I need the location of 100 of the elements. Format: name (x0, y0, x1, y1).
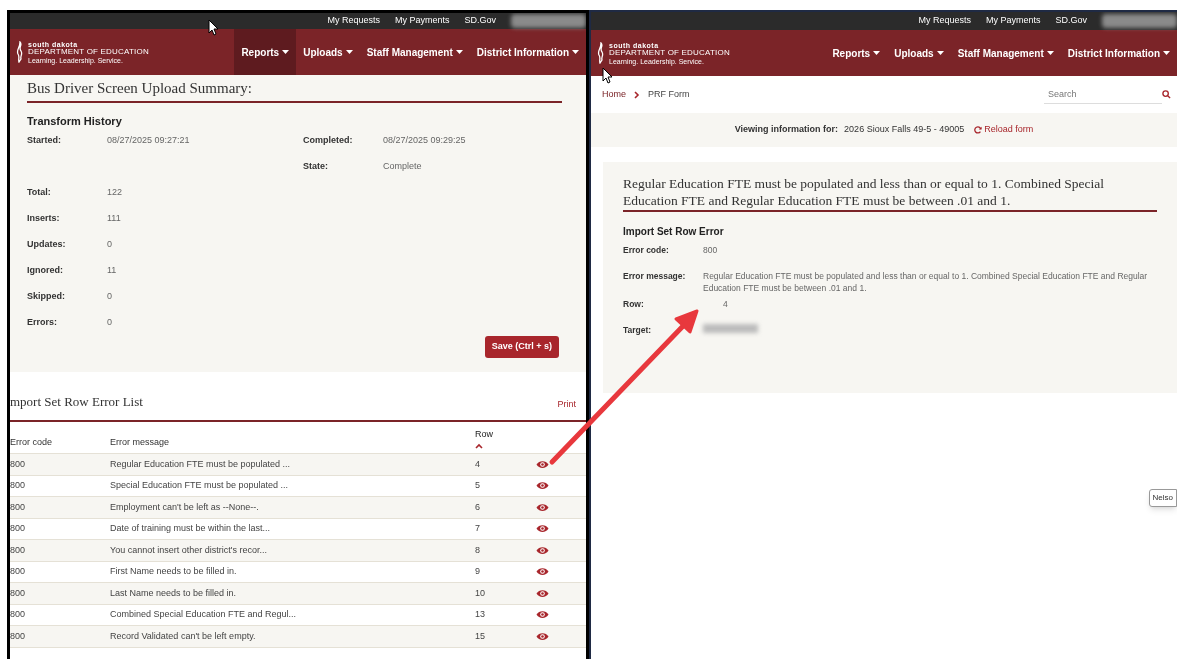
table-cell-text: 800 (10, 479, 27, 492)
tooltip: Nelso (1148, 489, 1177, 507)
cursor-icon (208, 19, 219, 36)
view-eye-icon[interactable] (536, 524, 549, 534)
table-cell-text: 9 (475, 565, 481, 578)
table-cell-text: Record Validated can't be left empty. (110, 629, 257, 643)
field-label: Skipped: (27, 290, 66, 303)
table-cell-text: 8 (475, 543, 481, 557)
nav-menu-item[interactable]: Staff Management (359, 29, 470, 75)
table-cell-text: Employment can't be left as --None--. (110, 500, 260, 514)
field-label: Ignored: (27, 264, 64, 277)
field-label: Error message: (623, 270, 687, 283)
table-row[interactable]: 800 Regular Education FTE must be populated ... 4 (10, 454, 586, 476)
field-value: Complete (383, 160, 422, 173)
field-label: Total: (27, 186, 52, 199)
table-row[interactable]: 800 Record Validated can't be left empty. 15 (10, 626, 586, 648)
field-value: 800 (703, 244, 718, 257)
field-label: Updates: (27, 238, 67, 251)
view-eye-icon[interactable] (536, 610, 549, 620)
table-cell-text: 13 (475, 608, 486, 621)
table-row[interactable]: 800 You cannot insert other district's recor... 8 (10, 540, 586, 562)
caret-icon (873, 51, 881, 55)
column-header[interactable]: Row (475, 427, 535, 449)
caret-icon (1046, 51, 1054, 55)
field-value: 0 (107, 238, 112, 251)
field-label: Completed: (303, 134, 354, 147)
table-cell-text: 800 (10, 522, 27, 535)
nav-menu-item[interactable]: Reports (825, 30, 888, 76)
table-cell-text: 800 (10, 500, 27, 514)
blurred-value (703, 324, 758, 333)
table-cell-text: First Name needs to be filled in. (110, 565, 238, 578)
table-cell-text: 800 (10, 608, 27, 621)
caret-icon (572, 50, 579, 54)
field-value: 0 (107, 290, 112, 303)
top-link[interactable]: SD.Gov (1055, 14, 1087, 28)
nav-menu-item[interactable]: Reports (234, 29, 297, 75)
table-cell-text: 800 (10, 629, 27, 643)
view-eye-icon[interactable] (536, 567, 549, 577)
top-link[interactable]: SD.Gov (464, 14, 496, 28)
caret-icon (345, 50, 353, 54)
field-label: Target: (623, 324, 653, 337)
nav-menu-item[interactable]: District Information (469, 29, 586, 75)
field-value: 111 (107, 212, 121, 225)
view-eye-icon[interactable] (536, 631, 549, 641)
page-title: Bus Driver Screen Upload Summary: (27, 75, 562, 103)
view-eye-icon[interactable] (536, 502, 549, 512)
table-cell-text: Last Name needs to be filled in. (110, 586, 238, 600)
field-value: 08/27/2025 09:27:21 (107, 134, 190, 147)
top-link[interactable]: My Payments (394, 14, 450, 28)
cursor-icon (602, 67, 613, 84)
sort-up-icon[interactable] (475, 443, 483, 449)
caret-icon (282, 50, 290, 54)
table-cell-text: 15 (475, 629, 486, 643)
table-cell-text: 10 (475, 586, 486, 600)
top-link[interactable]: My Payments (985, 14, 1041, 28)
section-heading: mport Set Row Error List (10, 392, 143, 411)
field-label: Errors: (27, 316, 58, 329)
field-value: 4 (722, 298, 728, 311)
search-field[interactable]: Search (1044, 85, 1162, 104)
table-row[interactable]: 800 Employment can't be left as --None--. 6 (10, 497, 586, 519)
view-eye-icon[interactable] (536, 588, 549, 598)
column-header[interactable]: Error message (110, 435, 475, 449)
field-label: Row: (623, 298, 645, 311)
nav-menu-item[interactable]: District Information (1060, 30, 1177, 76)
table-row[interactable]: 800 Last Name needs to be filled in. 10 (10, 583, 586, 605)
table-cell-text: 800 (10, 565, 27, 578)
table-cell-text: You cannot insert other district's recor... (110, 543, 268, 557)
view-eye-icon[interactable] (536, 545, 549, 555)
field-label: State: (303, 160, 329, 173)
top-link[interactable]: My Requests (918, 14, 971, 28)
table-cell-text: Special Education FTE must be populated ... (110, 479, 290, 492)
view-eye-icon[interactable] (536, 459, 549, 469)
table-cell-text: 800 (10, 586, 27, 600)
table-cell-text: 7 (475, 522, 481, 535)
nav-menu-item[interactable]: Uploads (887, 30, 951, 76)
table-cell-text: 800 (10, 457, 27, 471)
view-eye-icon[interactable] (536, 481, 549, 491)
breadcrumb-link[interactable]: PRF Form (648, 87, 690, 102)
table-cell-text: Regular Education FTE must be populated ... (110, 457, 292, 471)
logo-text: DEPARTMENT OF EDUCATION (28, 47, 149, 56)
breadcrumb-link[interactable]: Home (602, 87, 626, 102)
reload-link[interactable]: Reload form (974, 123, 1034, 137)
nav-menu-item[interactable]: Uploads (296, 29, 360, 75)
chevron-right-icon (634, 90, 640, 99)
logo-text: DEPARTMENT OF EDUCATION (609, 48, 730, 57)
field-value: Regular Education FTE must be populated and less than or equal to 1. Combined Special Education FTE and Regular Education FTE must be between .01 and 1. (703, 270, 1149, 294)
field-label: Error code: (623, 244, 670, 257)
nav-menu-item[interactable]: Staff Management (950, 30, 1061, 76)
caret-icon (455, 50, 463, 54)
refresh-icon (974, 126, 983, 134)
field-label: Started: (27, 134, 62, 147)
save-button[interactable]: Save (Ctrl + s) (484, 336, 559, 358)
top-link[interactable]: My Requests (327, 14, 380, 28)
print-link[interactable]: Print (557, 397, 576, 411)
flame-logo-icon (16, 41, 25, 63)
search-icon[interactable] (1162, 90, 1171, 99)
viewing-label: Viewing information for: (734, 123, 839, 137)
table-cell-text: Date of training must be within the last... (110, 522, 272, 535)
caret-icon (936, 51, 944, 55)
column-header[interactable]: Error code (10, 435, 110, 449)
